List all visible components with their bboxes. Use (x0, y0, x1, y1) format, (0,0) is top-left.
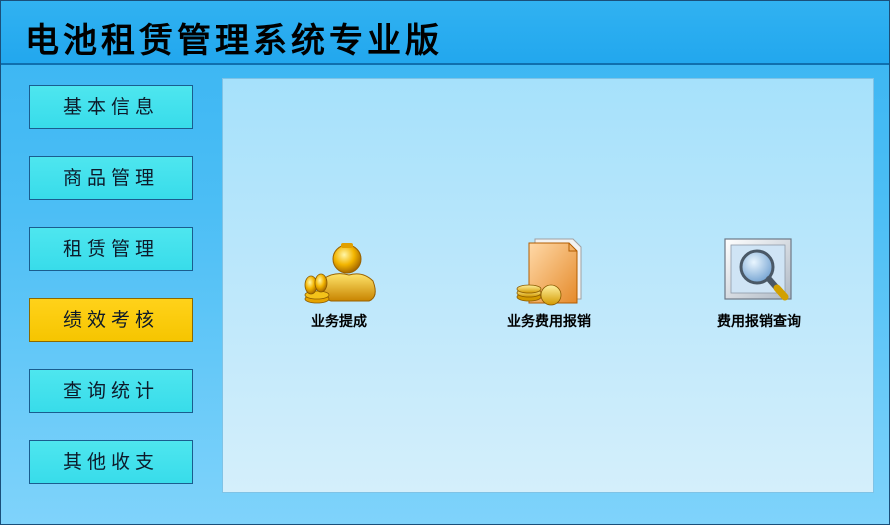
tile-commission-label: 业务提成 (311, 314, 367, 330)
content-panel: 业务提成 业务费用报销 费用报销查询 (222, 78, 874, 493)
sidebar-item-product-management[interactable]: 商品管理 (29, 156, 193, 200)
app-window: 电池租赁管理系统专业版 基本信息 商品管理 租赁管理 绩效考核 查询统计 其他收… (0, 0, 890, 525)
tile-expense-query[interactable]: 费用报销查询 (689, 237, 829, 337)
app-title: 电池租赁管理系统专业版 (25, 21, 443, 61)
tile-expense-reimbursement[interactable]: 业务费用报销 (479, 237, 619, 337)
sidebar-item-query-statistics[interactable]: 查询统计 (29, 369, 193, 413)
sidebar-item-basic-info[interactable]: 基本信息 (29, 85, 193, 129)
sidebar-item-rental-management[interactable]: 租赁管理 (29, 227, 193, 271)
tile-expense-query-label: 费用报销查询 (717, 314, 801, 330)
magnifier-search-icon (724, 238, 792, 301)
sidebar-item-other-income-expense[interactable]: 其他收支 (29, 440, 193, 484)
gold-money-icon (304, 243, 376, 304)
tile-expense-reimbursement-label: 业务费用报销 (507, 314, 591, 330)
folder-coins-icon (516, 238, 582, 306)
title-bar: 电池租赁管理系统专业版 (1, 1, 889, 65)
sidebar: 基本信息 商品管理 租赁管理 绩效考核 查询统计 其他收支 (1, 65, 221, 524)
sidebar-item-performance[interactable]: 绩效考核 (29, 298, 193, 342)
tile-commission[interactable]: 业务提成 (269, 237, 409, 337)
